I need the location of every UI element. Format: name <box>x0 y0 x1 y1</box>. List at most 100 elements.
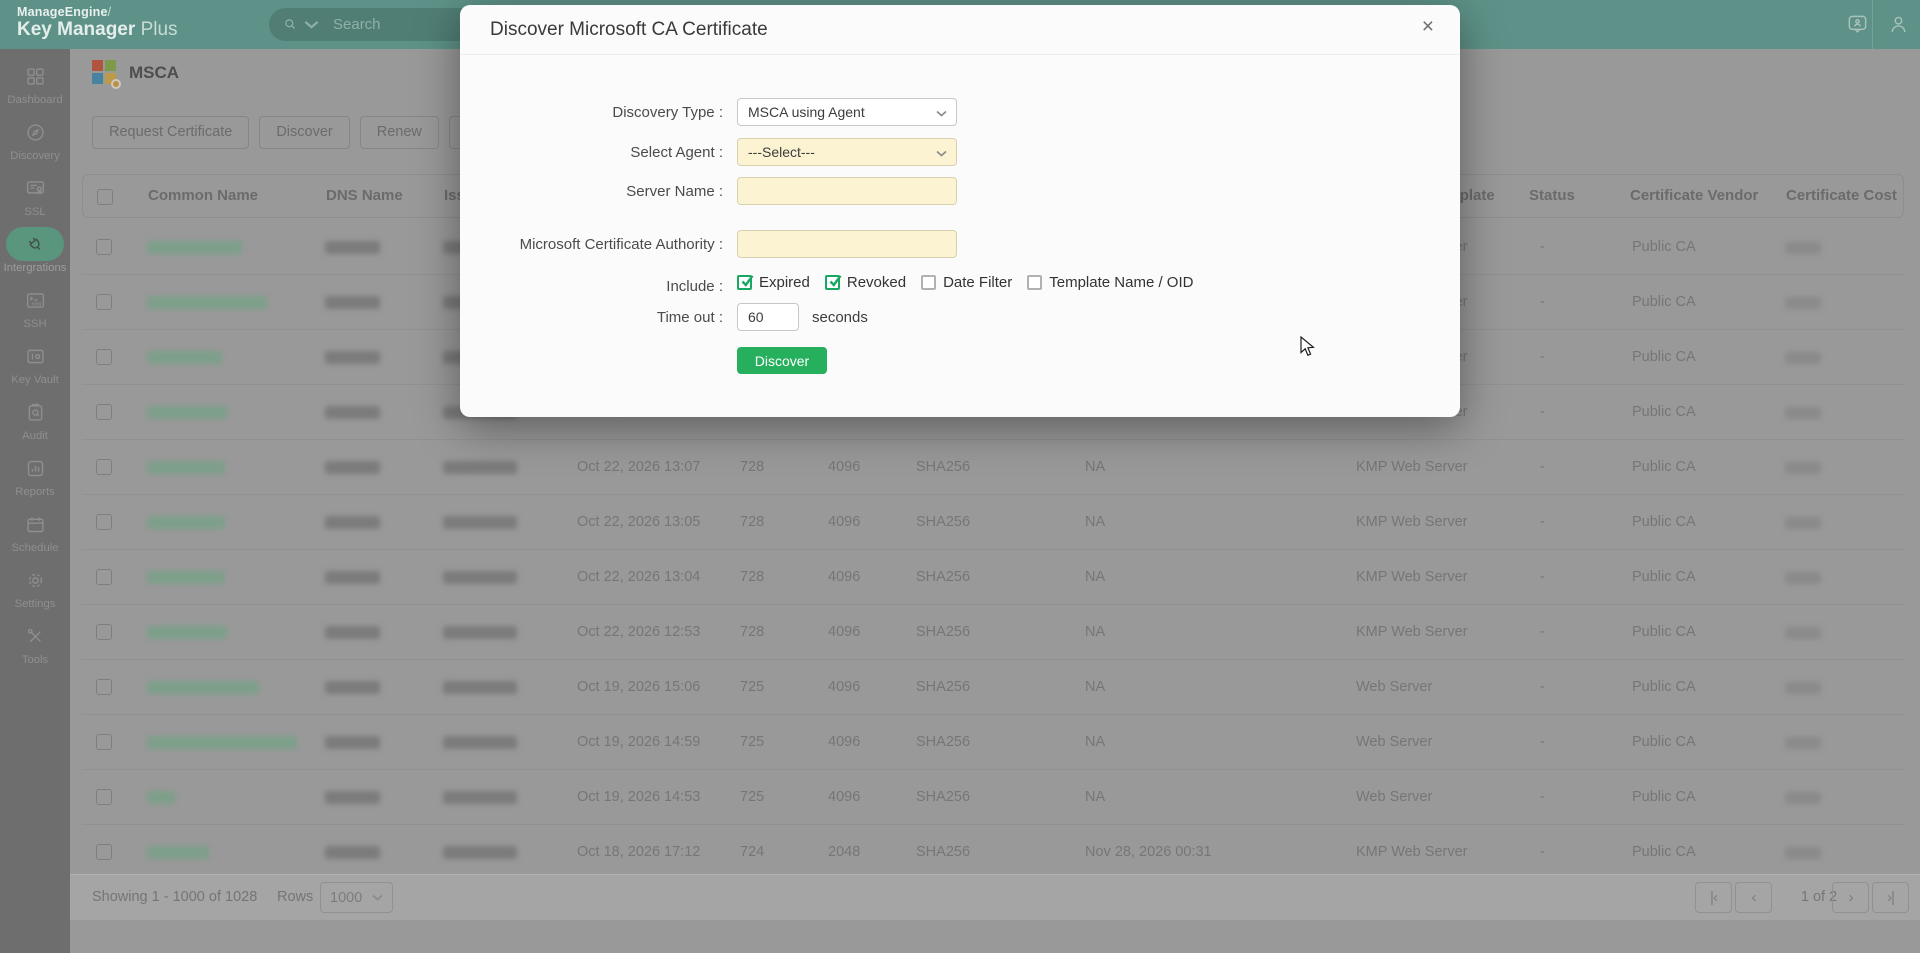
include-option-date-filter[interactable]: Date Filter <box>921 274 1012 291</box>
common-name-redacted[interactable] <box>147 241 242 254</box>
cell-status: - <box>1540 275 1545 330</box>
common-name-redacted[interactable] <box>147 626 227 639</box>
audit-icon <box>6 395 64 429</box>
cost-redacted <box>1785 462 1821 474</box>
feedback-icon[interactable] <box>1846 13 1869 36</box>
discovery-type-select[interactable]: MSCA using Agent <box>737 98 957 126</box>
row-checkbox[interactable] <box>96 679 112 695</box>
user-icon[interactable] <box>1887 13 1910 36</box>
row-checkbox[interactable] <box>96 459 112 475</box>
prev-page-button[interactable]: ‹ <box>1735 882 1772 913</box>
row-checkbox[interactable] <box>96 624 112 640</box>
include-option-expired[interactable]: Expired <box>737 274 810 291</box>
row-checkbox[interactable] <box>96 844 112 860</box>
ms-certificate-authority-input[interactable] <box>748 231 946 257</box>
common-name-redacted[interactable] <box>147 736 297 749</box>
select-agent-select[interactable]: ---Select--- <box>737 138 957 166</box>
common-name-redacted[interactable] <box>147 296 267 309</box>
select-all-checkbox[interactable] <box>97 189 113 205</box>
server-name-input[interactable] <box>748 178 946 204</box>
unchecked-checkbox-icon[interactable] <box>921 275 936 290</box>
common-name-redacted[interactable] <box>147 461 225 474</box>
schedule-icon <box>6 507 64 541</box>
checked-checkbox-icon[interactable] <box>825 275 840 290</box>
common-name-redacted[interactable] <box>147 846 209 859</box>
cell-days: 728 <box>740 495 764 550</box>
row-checkbox[interactable] <box>96 569 112 585</box>
sidebar-nav: Dashboard Discovery SSL Intergrations SSHSSH… <box>0 49 70 953</box>
row-checkbox[interactable] <box>96 514 112 530</box>
sidebar-item-discovery[interactable]: Discovery <box>0 115 70 162</box>
cell-days: 728 <box>740 605 764 660</box>
ssl-icon <box>6 171 64 205</box>
issuer-redacted <box>443 736 517 749</box>
cell-days: 725 <box>740 715 764 770</box>
sidebar-item-reports[interactable]: Reports <box>0 451 70 498</box>
cell-valid-to: Oct 22, 2026 13:05 <box>577 495 700 550</box>
sidebar-item-dashboard[interactable]: Dashboard <box>0 59 70 106</box>
row-checkbox[interactable] <box>96 734 112 750</box>
discover-button[interactable]: Discover <box>259 116 349 149</box>
server-name-label: Server Name <box>460 183 723 200</box>
row-checkbox[interactable] <box>96 349 112 365</box>
renew-button[interactable]: Renew <box>360 116 439 149</box>
issuer-redacted <box>443 461 517 474</box>
sidebar-item-integrations[interactable]: Intergrations <box>0 227 70 274</box>
common-name-redacted[interactable] <box>147 406 227 419</box>
cell-status: - <box>1540 715 1545 770</box>
sidebar-item-settings[interactable]: Settings <box>0 563 70 610</box>
row-checkbox[interactable] <box>96 789 112 805</box>
cell-vendor: Public CA <box>1632 550 1696 605</box>
col-dns-name[interactable]: DNS Name <box>326 175 403 217</box>
first-page-button[interactable]: |‹ <box>1695 882 1732 913</box>
rows-per-page-select[interactable]: 1000 <box>320 882 393 913</box>
sidebar-item-key-vault[interactable]: Key Vault <box>0 339 70 386</box>
issuer-redacted <box>443 571 517 584</box>
timeout-input[interactable] <box>748 304 788 330</box>
cell-valid-to: Oct 22, 2026 13:07 <box>577 440 700 495</box>
issuer-redacted <box>443 846 517 859</box>
common-name-redacted[interactable] <box>147 351 222 364</box>
sidebar-item-ssl[interactable]: SSL <box>0 171 70 218</box>
row-checkbox[interactable] <box>96 404 112 420</box>
cell-status: - <box>1540 385 1545 440</box>
sidebar-item-audit[interactable]: Audit <box>0 395 70 442</box>
col-common-name[interactable]: Common Name <box>148 175 258 217</box>
discover-submit-button[interactable]: Discover <box>737 347 827 374</box>
unchecked-checkbox-icon[interactable] <box>1027 275 1042 290</box>
last-page-button[interactable]: ›| <box>1872 882 1909 913</box>
mouse-cursor <box>1300 336 1317 358</box>
table-row: Oct 18, 2026 17:127242048SHA256Nov 28, 2… <box>82 825 1904 874</box>
brand-light: Plus <box>141 19 178 40</box>
cell-valid-to: Oct 22, 2026 12:53 <box>577 605 700 660</box>
col-certificate-vendor[interactable]: Certificate Vendor <box>1630 175 1758 217</box>
cell-key-length: 4096 <box>828 770 860 825</box>
common-name-redacted[interactable] <box>147 791 175 804</box>
cell-algorithm: SHA256 <box>916 715 970 770</box>
col-status[interactable]: Status <box>1529 175 1575 217</box>
table-row: Oct 19, 2026 15:067254096SHA256NAWeb Ser… <box>82 660 1904 715</box>
include-option-revoked[interactable]: Revoked <box>825 274 906 291</box>
dashboard-icon <box>6 59 64 93</box>
common-name-redacted[interactable] <box>147 571 225 584</box>
cost-redacted <box>1785 407 1821 419</box>
cell-status: - <box>1540 770 1545 825</box>
cost-redacted <box>1785 297 1821 309</box>
server-name-field-wrap <box>737 177 957 205</box>
request-certificate-button[interactable]: Request Certificate <box>92 116 249 149</box>
sidebar-item-schedule[interactable]: Schedule <box>0 507 70 554</box>
ssh-icon: SSH <box>6 283 64 317</box>
common-name-redacted[interactable] <box>147 681 259 694</box>
next-page-button[interactable]: › <box>1832 882 1869 913</box>
sidebar-item-tools[interactable]: Tools <box>0 619 70 666</box>
checked-checkbox-icon[interactable] <box>737 275 752 290</box>
close-icon[interactable]: × <box>1422 16 1434 37</box>
cell-vendor: Public CA <box>1632 605 1696 660</box>
row-checkbox[interactable] <box>96 239 112 255</box>
sidebar-item-ssh[interactable]: SSHSSH <box>0 283 70 330</box>
common-name-redacted[interactable] <box>147 516 225 529</box>
col-certificate-cost[interactable]: Certificate Cost <box>1786 175 1897 217</box>
row-checkbox[interactable] <box>96 294 112 310</box>
table-row: Oct 22, 2026 12:537284096SHA256NAKMP Web… <box>82 605 1904 660</box>
include-option-template-name-oid[interactable]: Template Name / OID <box>1027 274 1193 291</box>
